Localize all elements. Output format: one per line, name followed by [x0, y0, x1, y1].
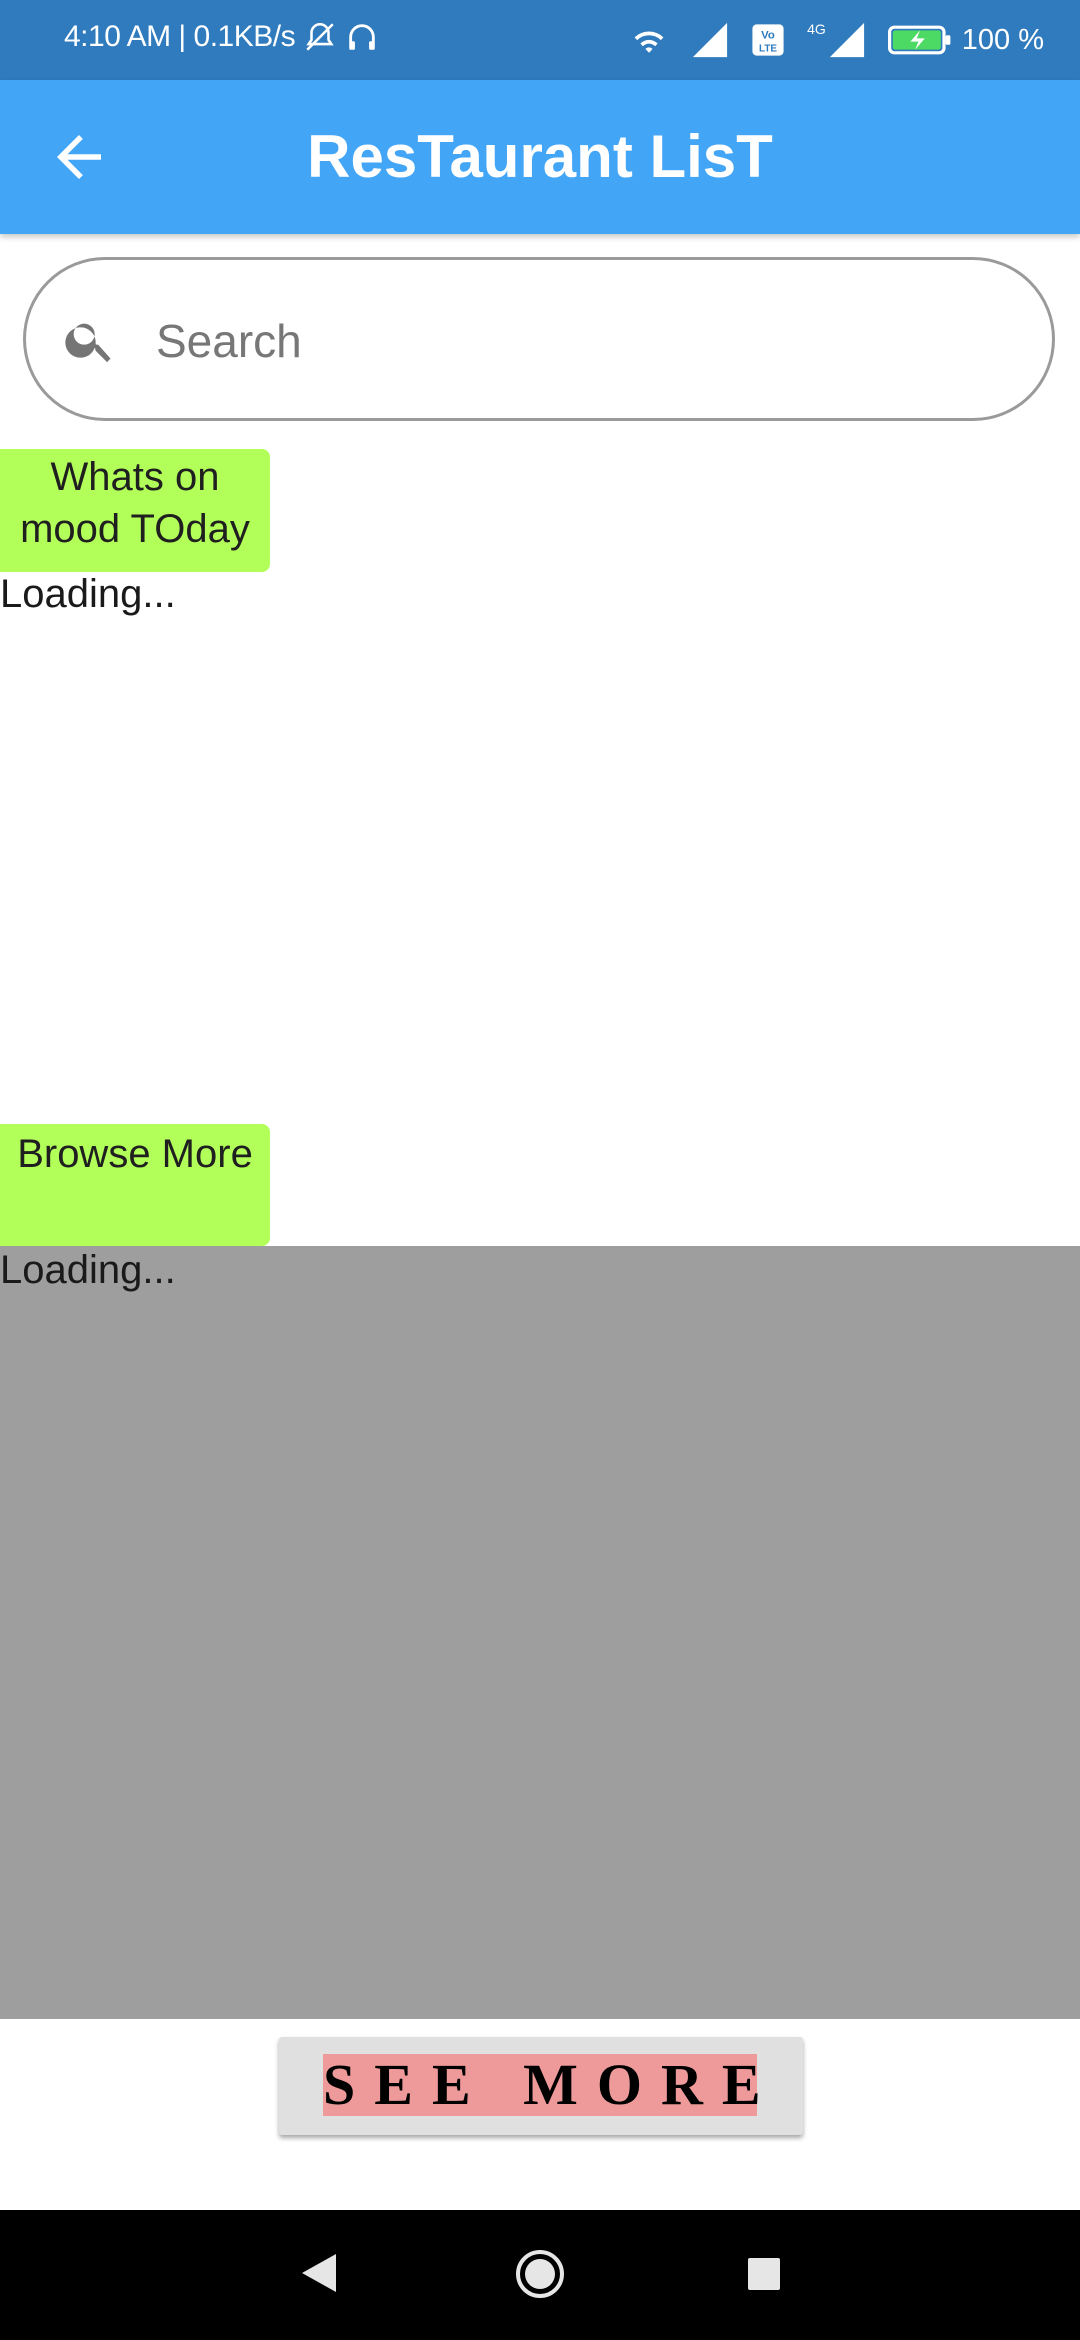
status-left: 4:10 AM | 0.1KB/s [64, 20, 379, 54]
nav-recent-button[interactable] [746, 2256, 782, 2297]
browse-content-panel [0, 1246, 1080, 2019]
mute-icon [303, 20, 337, 54]
signal-icon [691, 21, 729, 59]
status-bar: 4:10 AM | 0.1KB/s Vo LTE 4G 100 % [0, 0, 1080, 80]
navigation-bar [0, 2210, 1080, 2340]
nav-home-button[interactable] [514, 2248, 566, 2305]
see-more-label: SEE MORE [323, 2052, 780, 2117]
battery-percent: 100 % [961, 23, 1044, 56]
nav-recent-icon [748, 2258, 780, 2290]
network-4g-icon: 4G [807, 21, 866, 59]
search-input[interactable] [154, 296, 1018, 386]
mood-loading-text: Loading... [0, 572, 176, 616]
network-label: 4G [807, 21, 826, 37]
browse-more-button[interactable]: Browse More [0, 1124, 270, 1246]
wifi-icon [629, 24, 669, 56]
browse-loading-text: Loading... [0, 1248, 176, 1292]
nav-back-button[interactable] [296, 2248, 340, 2303]
mood-today-button[interactable]: Whats on mood TOday [0, 449, 270, 572]
svg-text:Vo: Vo [761, 30, 775, 42]
headset-icon [345, 20, 379, 54]
search-icon [65, 323, 111, 363]
see-more-button[interactable]: SEE MORE [279, 2037, 803, 2135]
battery: 100 % [887, 23, 1044, 57]
svg-text:LTE: LTE [759, 43, 777, 54]
volte-icon: Vo LTE [751, 23, 785, 57]
page-title: ResTaurant LisT [307, 123, 773, 190]
battery-charging-icon [887, 24, 952, 56]
status-right: Vo LTE 4G 100 % [629, 18, 1044, 62]
app-bar: ResTaurant LisT [0, 80, 1080, 234]
nav-back-icon [302, 2254, 336, 2292]
search-bar[interactable] [23, 257, 1055, 421]
nav-home-icon [516, 2250, 564, 2298]
status-time: 4:10 AM | 0.1KB/s [64, 20, 296, 53]
